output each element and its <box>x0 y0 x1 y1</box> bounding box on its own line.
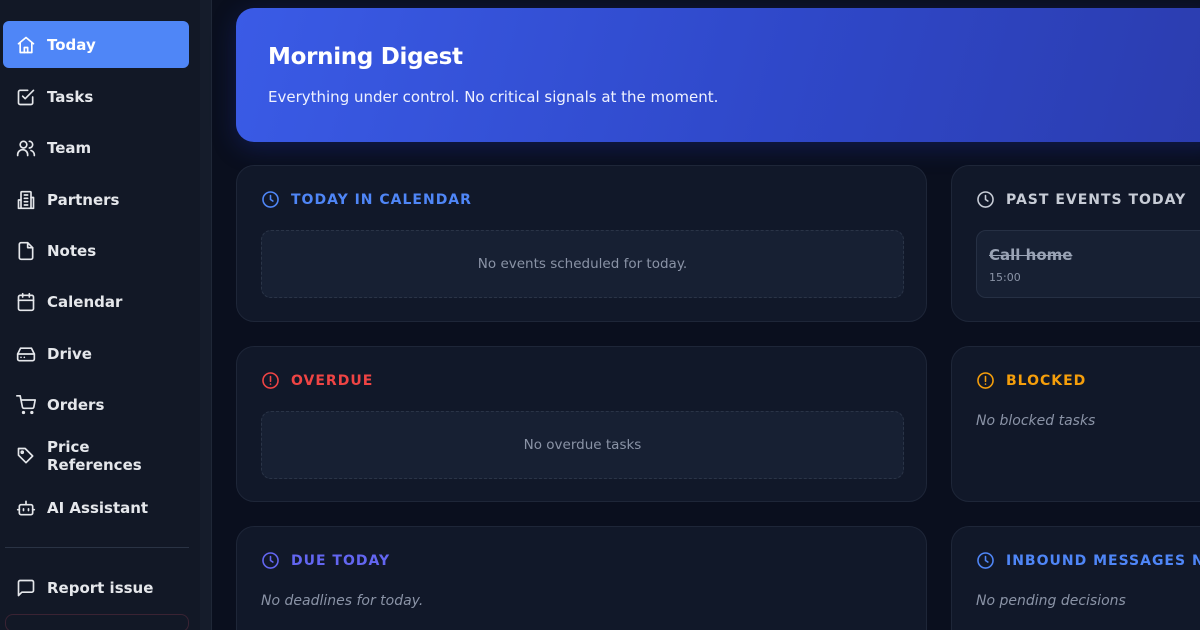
sidebar: Today Tasks Team Partners Notes Calendar… <box>0 0 212 630</box>
sidebar-item-orders[interactable]: Orders <box>3 381 189 428</box>
card-title-text: BLOCKED <box>1006 372 1087 389</box>
sidebar-item-notes[interactable]: Notes <box>3 227 189 274</box>
event-title: Call home <box>989 246 1073 264</box>
note-icon <box>18 241 34 260</box>
clock-icon <box>262 191 279 208</box>
empty-state: No pending decisions <box>976 593 1126 609</box>
drive-icon <box>16 346 36 361</box>
card-title: TODAY IN CALENDAR <box>261 190 472 209</box>
sidebar-item-label: Today <box>47 35 96 54</box>
card-title: OVERDUE <box>261 371 373 390</box>
card-title: PAST EVENTS TODAY <box>976 190 1186 209</box>
card-title: DUE TODAY <box>261 551 390 570</box>
tags-icon <box>17 447 34 463</box>
sidebar-item-label: Team <box>47 138 92 157</box>
inbound-messages-card: INBOUND MESSAGES NEED No pending decisio… <box>951 526 1200 630</box>
empty-state: No blocked tasks <box>976 413 1096 429</box>
empty-state: No events scheduled for today. <box>261 230 904 298</box>
sidebar-item-label: AI Assistant <box>47 498 149 517</box>
building-icon <box>17 190 35 209</box>
clock-icon <box>977 552 994 569</box>
report-issue-label: Report issue <box>47 578 154 597</box>
report-issue-button[interactable]: Report issue <box>3 564 189 611</box>
sidebar-item-ai-assistant[interactable]: AI Assistant <box>3 484 189 531</box>
sidebar-item-label: Drive <box>47 344 92 363</box>
calendar-icon <box>17 292 35 311</box>
card-title-text: PAST EVENTS TODAY <box>1006 191 1187 208</box>
card-title-text: OVERDUE <box>291 372 374 389</box>
event-item[interactable]: Call home 15:00 <box>976 230 1200 298</box>
sidebar-item-team[interactable]: Team <box>3 124 189 171</box>
sidebar-item-calendar[interactable]: Calendar <box>3 278 189 325</box>
morning-digest-banner: Morning Digest Everything under control.… <box>236 8 1200 142</box>
alert-circle-icon <box>977 372 994 389</box>
sidebar-item-label: Orders <box>47 395 105 414</box>
page-title: Morning Digest <box>268 44 463 70</box>
bot-icon <box>16 500 36 515</box>
sidebar-item-label: Calendar <box>47 292 123 311</box>
users-icon <box>16 140 36 156</box>
card-title-text: TODAY IN CALENDAR <box>291 191 472 208</box>
checkbox-icon <box>17 89 35 105</box>
sidebar-bottom-button[interactable] <box>5 614 189 630</box>
overdue-card: OVERDUE No overdue tasks <box>236 346 927 502</box>
sidebar-item-tasks[interactable]: Tasks <box>3 73 189 120</box>
message-icon <box>17 579 35 596</box>
sidebar-item-partners[interactable]: Partners <box>3 176 189 223</box>
sidebar-item-label: Price References <box>47 437 142 474</box>
sidebar-divider <box>5 547 189 548</box>
card-title: BLOCKED <box>976 371 1086 390</box>
clock-icon <box>977 191 994 208</box>
today-calendar-card: TODAY IN CALENDAR No events scheduled fo… <box>236 165 927 322</box>
cart-icon <box>16 394 36 414</box>
app-root: Today Tasks Team Partners Notes Calendar… <box>0 0 1200 630</box>
sidebar-item-today[interactable]: Today <box>3 21 189 68</box>
empty-state: No deadlines for today. <box>261 593 424 609</box>
due-today-card: DUE TODAY No deadlines for today. <box>236 526 927 630</box>
card-title: INBOUND MESSAGES NEED <box>976 551 1200 570</box>
card-title-text: DUE TODAY <box>291 552 391 569</box>
sidebar-item-label: Partners <box>47 190 120 209</box>
card-title-text: INBOUND MESSAGES NEED <box>1006 552 1200 569</box>
digest-summary: Everything under control. No critical si… <box>268 88 719 106</box>
empty-state: No overdue tasks <box>261 411 904 479</box>
sidebar-item-label: Notes <box>47 241 97 260</box>
alert-circle-icon <box>262 372 279 389</box>
home-icon <box>17 36 35 53</box>
event-time: 15:00 <box>989 271 1021 284</box>
sidebar-item-label: Tasks <box>47 87 94 106</box>
past-events-card: PAST EVENTS TODAY Call home 15:00 <box>951 165 1200 322</box>
blocked-card: BLOCKED No blocked tasks <box>951 346 1200 502</box>
sidebar-scrollbar[interactable] <box>200 0 211 630</box>
sidebar-item-drive[interactable]: Drive <box>3 330 189 377</box>
clock-icon <box>262 552 279 569</box>
sidebar-item-price-references[interactable]: Price References <box>3 432 189 479</box>
